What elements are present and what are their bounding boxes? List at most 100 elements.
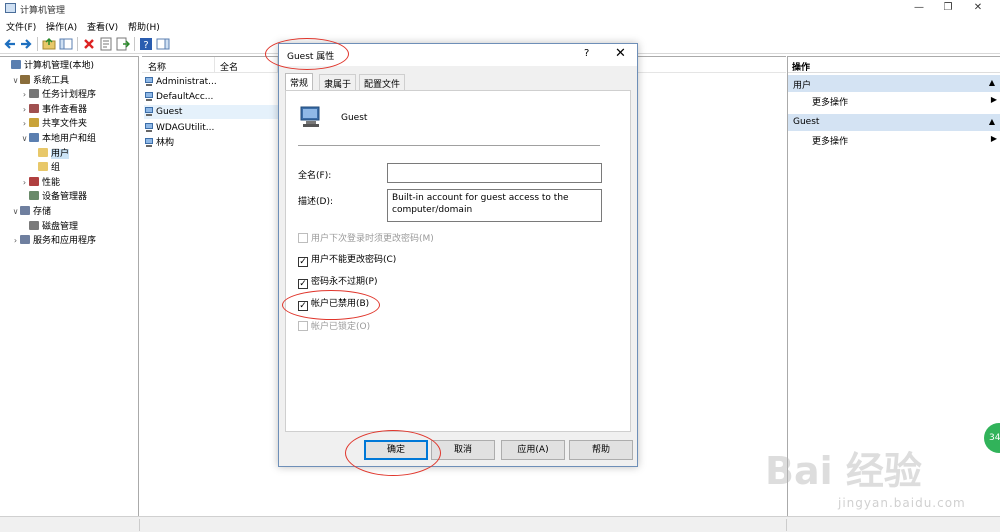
tree-shared-folders[interactable]: › 共享文件夹 (20, 117, 87, 131)
user-list-row[interactable]: Administrat... (144, 75, 276, 89)
tree-node-icon (11, 60, 21, 69)
tree-task-scheduler[interactable]: › 任务计划程序 (20, 88, 96, 102)
menu-bar: 文件(F) 操作(A) 查看(V) 帮助(H) (0, 17, 1000, 34)
tree-users[interactable]: 用户 (29, 147, 70, 161)
dialog-close-button[interactable]: ✕ (615, 46, 626, 61)
show-hide-action-pane-icon[interactable] (156, 37, 170, 51)
tree-node-label: 组 (51, 163, 61, 174)
tree-groups[interactable]: 组 (29, 161, 60, 175)
action-group-users[interactable]: 用户 ▲ (788, 75, 1000, 92)
menu-help[interactable]: 帮助(H) (128, 20, 160, 33)
tree-device-manager[interactable]: 设备管理器 (20, 190, 87, 204)
tree-node-label: 任务计划程序 (42, 90, 97, 101)
forward-icon[interactable] (19, 37, 33, 51)
description-field[interactable]: Built-in account for guest access to the… (387, 189, 602, 222)
tree-node-label: 系统工具 (33, 75, 70, 86)
tree-local-users-groups[interactable]: ∨ 本地用户和组 (20, 132, 96, 146)
back-icon[interactable] (3, 37, 17, 51)
checkbox-label: 密码永不过期(P) (311, 277, 378, 287)
action-group-label: Guest (793, 117, 820, 127)
expand-chevron-icon[interactable]: ∨ (11, 205, 20, 219)
export-list-icon[interactable] (116, 37, 130, 51)
password-never-expires-checkbox[interactable]: ✓ 密码永不过期(P) (298, 277, 377, 289)
tree-services-apps[interactable]: › 服务和应用程序 (11, 234, 96, 248)
more-actions-users[interactable]: 更多操作 ▶ (812, 95, 997, 109)
properties-icon[interactable] (99, 37, 113, 51)
tab-member-of[interactable]: 隶属于 (319, 74, 357, 90)
status-divider (786, 519, 787, 531)
tree-node-label: 本地用户和组 (42, 134, 97, 144)
tree-node-label: 计算机管理(本地) (24, 61, 95, 71)
user-account-icon (300, 106, 320, 127)
expand-chevron-icon[interactable]: ∨ (11, 74, 20, 88)
computer-management-icon (5, 3, 16, 13)
column-fullname[interactable]: 全名 (220, 60, 238, 73)
submenu-arrow-icon: ▶ (990, 95, 997, 104)
show-hide-tree-icon[interactable] (59, 37, 73, 51)
tree-node-label: 磁盘管理 (42, 221, 79, 232)
description-label: 描述(D): (298, 197, 333, 207)
tree-node-icon (29, 103, 39, 113)
checkbox-box (298, 321, 308, 331)
tree-node-label: 性能 (42, 177, 61, 188)
column-divider[interactable] (214, 57, 215, 73)
user-list-row[interactable]: Guest (144, 105, 279, 120)
checkmark-icon[interactable]: ✓ (298, 279, 308, 289)
user-name: WDAGUtilit... (156, 122, 215, 133)
tree-node-label: 存储 (33, 207, 52, 217)
annotation-ellipse-ok (345, 430, 441, 476)
menu-file[interactable]: 文件(F) (6, 20, 36, 33)
user-name: 林构 (156, 137, 175, 148)
checkmark-icon[interactable]: ✓ (298, 257, 308, 267)
tree-node-icon (38, 162, 48, 172)
delete-icon[interactable] (82, 37, 96, 51)
tab-general[interactable]: 常规 (285, 73, 314, 91)
general-tab-panel: Guest 全名(F): 描述(D): Built-in account for… (285, 90, 631, 432)
expand-chevron-icon[interactable]: ∨ (20, 132, 29, 146)
submenu-arrow-icon: ▶ (990, 134, 997, 143)
minimize-button[interactable]: — (912, 1, 926, 15)
cannot-change-password-checkbox[interactable]: ✓ 用户不能更改密码(C) (298, 255, 396, 267)
column-name[interactable]: 名称 (148, 60, 166, 73)
tree-event-viewer[interactable]: › 事件查看器 (20, 103, 87, 117)
user-name: Guest (156, 107, 183, 118)
collapse-up-icon[interactable]: ▲ (989, 78, 995, 87)
user-list-row[interactable]: DefaultAcc... (144, 90, 276, 104)
menu-action[interactable]: 操作(A) (46, 20, 77, 33)
tree-disk-management[interactable]: 磁盘管理 (20, 220, 78, 234)
tree-performance[interactable]: › 性能 (20, 176, 60, 190)
action-group-guest[interactable]: Guest ▲ (788, 114, 1000, 131)
tree-node-icon (29, 176, 39, 186)
tree-system-tools[interactable]: ∨ 系统工具 (11, 74, 69, 88)
user-name: Administrat... (156, 77, 217, 87)
apply-button[interactable]: 应用(A) (501, 440, 565, 460)
tree-computer-management[interactable]: 计算机管理(本地) (2, 59, 94, 73)
title-bar: 计算机管理 — ❐ ✕ (0, 0, 1000, 17)
expand-chevron-icon[interactable]: › (20, 88, 29, 102)
user-list-row[interactable]: WDAGUtilit... (144, 121, 276, 135)
expand-chevron-icon[interactable]: › (20, 103, 29, 117)
help-icon[interactable]: ? (139, 37, 153, 51)
menu-view[interactable]: 查看(V) (87, 20, 118, 33)
tree-node-icon (29, 191, 39, 201)
help-button[interactable]: 帮助 (569, 440, 633, 460)
tree-storage[interactable]: ∨ 存储 (11, 205, 51, 219)
up-folder-icon[interactable] (42, 37, 56, 51)
fullname-field[interactable] (387, 163, 602, 183)
close-window-button[interactable]: ✕ (971, 1, 985, 15)
tab-profile[interactable]: 配置文件 (359, 74, 406, 90)
collapse-up-icon[interactable]: ▲ (989, 117, 995, 126)
expand-chevron-icon[interactable]: › (20, 117, 29, 131)
expand-chevron-icon[interactable]: › (11, 234, 20, 248)
console-tree: 计算机管理(本地) ∨ 系统工具 › 任务计划程序 › 事件查看器 › 共享文件夹 ∨ 本地用户和组… (0, 56, 139, 516)
user-list-row[interactable]: 林构 (144, 136, 276, 150)
fullname-label: 全名(F): (298, 171, 332, 181)
more-actions-guest[interactable]: 更多操作 ▶ (812, 134, 997, 148)
more-actions-label: 更多操作 (812, 137, 849, 147)
dialog-help-button[interactable]: ? (584, 48, 589, 59)
annotation-ellipse-disabled (282, 290, 380, 320)
restore-button[interactable]: ❐ (941, 1, 955, 15)
expand-chevron-icon[interactable]: › (20, 176, 29, 190)
checkbox-label: 用户下次登录时须更改密码(M) (311, 234, 434, 244)
action-group-label: 用户 (793, 81, 812, 91)
